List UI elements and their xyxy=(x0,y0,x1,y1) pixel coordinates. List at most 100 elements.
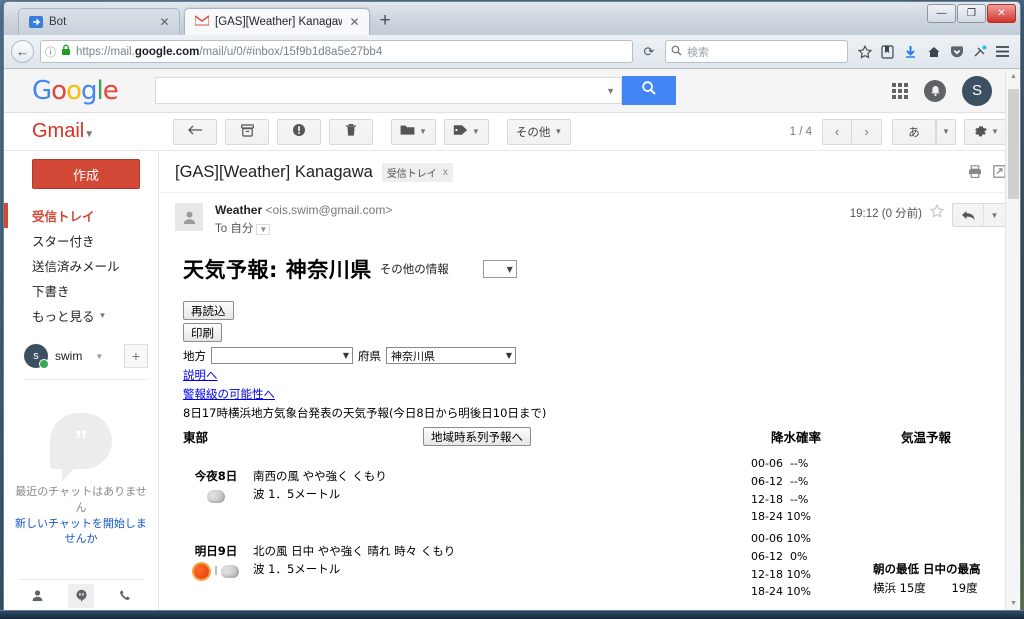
chevron-down-icon[interactable]: ▼ xyxy=(991,127,999,136)
temp-city: 横浜 xyxy=(873,581,896,595)
weather-title-row: 天気予報: 神奈川県 その他の情報 ▼ xyxy=(183,254,1004,284)
forecast-row: 明日9日 | 北の風 日中 やや強く 晴れ 時々 くもり 波 1．5メートル 0… xyxy=(183,532,1004,598)
back-button[interactable]: ← xyxy=(11,40,34,63)
label-chip[interactable]: 受信トレイ x xyxy=(381,163,453,182)
chevron-down-icon[interactable]: ▼ xyxy=(256,224,271,235)
close-icon[interactable]: ✕ xyxy=(158,15,171,29)
hangouts-footer xyxy=(18,579,144,610)
description-link[interactable]: 説明へ xyxy=(183,367,1004,383)
compose-button[interactable]: 作成 xyxy=(32,159,140,189)
browser-tab-bot[interactable]: Bot ✕ xyxy=(18,8,180,35)
star-icon[interactable] xyxy=(854,40,875,64)
notification-bell-icon[interactable] xyxy=(924,79,946,102)
chevron-down-icon[interactable]: ▼ xyxy=(942,127,950,136)
delete-button[interactable] xyxy=(329,118,373,145)
reload-button[interactable]: 再読込 xyxy=(183,301,234,320)
browser-search-box[interactable]: 検索 xyxy=(665,40,848,63)
phone-icon[interactable] xyxy=(112,584,138,608)
chevron-down-icon[interactable]: ▼ xyxy=(507,265,513,274)
menu-icon[interactable] xyxy=(992,40,1013,64)
region-select[interactable]: ▼ xyxy=(211,347,353,364)
print-button[interactable]: 印刷 xyxy=(183,323,222,342)
reply-button[interactable]: ▼ xyxy=(952,203,1006,227)
chevron-down-icon[interactable]: ▼ xyxy=(606,86,615,96)
move-to-button[interactable]: ▼ xyxy=(391,118,436,145)
new-tab-button[interactable]: + xyxy=(374,11,396,33)
warning-level-link[interactable]: 警報級の可能性へ xyxy=(183,386,1004,402)
input-tools-button[interactable]: あ xyxy=(892,118,936,145)
print-icon[interactable] xyxy=(968,164,982,181)
weather-info-select[interactable]: ▼ xyxy=(482,260,517,278)
gmail-brand[interactable]: Gmail▼ xyxy=(18,120,173,143)
settings-button[interactable]: ▼ xyxy=(964,118,1008,145)
recipient-line[interactable]: To 自分 ▼ xyxy=(215,220,392,236)
add-contact-button[interactable]: + xyxy=(124,344,148,368)
archive-button[interactable] xyxy=(225,118,269,145)
addon-icon[interactable] xyxy=(969,40,990,64)
sidebar-item-more[interactable]: もっと見る ▼ xyxy=(4,303,158,328)
chevron-down-icon[interactable]: ▼ xyxy=(95,352,103,361)
taskbar xyxy=(0,610,1024,619)
sender-name: Weather xyxy=(215,203,263,217)
close-icon[interactable]: x xyxy=(443,167,448,178)
chevron-down-icon[interactable]: ▼ xyxy=(343,351,349,360)
sidebar-item-drafts[interactable]: 下書き xyxy=(4,278,158,303)
chevron-down-icon[interactable]: ▼ xyxy=(506,351,512,360)
report-spam-button[interactable] xyxy=(277,118,321,145)
email-body-weather-report: 天気予報: 神奈川県 その他の情報 ▼ 再読込 印刷 地方 ▼ 府県 神奈川県 … xyxy=(159,236,1020,610)
page-scrollbar[interactable]: ▲ ▼ xyxy=(1005,69,1020,610)
label-chip-text: 受信トレイ xyxy=(386,169,437,180)
previous-page-button[interactable]: ‹ xyxy=(822,118,852,145)
next-page-button[interactable]: › xyxy=(852,118,882,145)
close-button[interactable]: ✕ xyxy=(987,4,1016,23)
hangouts-icon[interactable] xyxy=(68,583,94,608)
star-outline-icon[interactable] xyxy=(929,203,945,221)
sidebar-item-sent[interactable]: 送信済みメール xyxy=(4,253,158,278)
apps-grid-icon[interactable] xyxy=(892,82,908,99)
input-tools-dropdown[interactable]: ▼ xyxy=(936,118,956,145)
more-button[interactable]: その他 ▼ xyxy=(506,118,572,145)
avatar[interactable]: s xyxy=(24,344,49,369)
chevron-down-icon[interactable]: ▼ xyxy=(983,204,1005,226)
labels-button[interactable]: ▼ xyxy=(443,118,489,145)
search-icon xyxy=(671,45,682,59)
contacts-icon[interactable] xyxy=(24,584,50,608)
sender-email: <ois.swim@gmail.com> xyxy=(265,203,393,217)
gmail-search-input[interactable]: ▼ xyxy=(155,77,622,104)
home-icon[interactable] xyxy=(923,40,944,64)
timeseries-button[interactable]: 地域時系列予報へ xyxy=(423,427,531,446)
download-icon[interactable] xyxy=(900,40,921,64)
minimize-button[interactable]: — xyxy=(927,4,956,23)
library-icon[interactable] xyxy=(877,40,898,64)
chevron-down-icon[interactable]: ▼ xyxy=(99,311,107,320)
temperature-sub-headers: 朝の最低 日中の最高 xyxy=(873,561,981,577)
temp-min-header: 朝の最低 xyxy=(873,562,919,576)
avatar[interactable]: S xyxy=(962,75,992,106)
prefecture-select[interactable]: 神奈川県 ▼ xyxy=(386,347,516,364)
start-chat-link[interactable]: 新しいチャットを開始しませんか xyxy=(12,517,150,547)
reload-icon[interactable]: ⟳ xyxy=(639,44,659,60)
exclamation-circle-icon xyxy=(292,123,306,140)
sidebar-item-label: 下書き xyxy=(32,285,70,299)
scroll-down-icon[interactable]: ▼ xyxy=(1006,596,1020,610)
message-reading-pane: [GAS][Weather] Kanagawa 受信トレイ x Weather … xyxy=(159,151,1020,610)
scroll-up-icon[interactable]: ▲ xyxy=(1006,69,1020,84)
chevron-down-icon[interactable]: ▼ xyxy=(419,127,427,136)
desktop-background: Bot ✕ [GAS][Weather] Kanagawa ✕ + — ❐ ✕ … xyxy=(0,0,1024,619)
page-info-icon[interactable]: ⓘ xyxy=(45,44,56,60)
back-to-inbox-button[interactable] xyxy=(173,118,217,145)
scrollbar-thumb[interactable] xyxy=(1008,89,1019,199)
sidebar-item-starred[interactable]: スター付き xyxy=(4,228,158,253)
pocket-icon[interactable] xyxy=(946,40,967,64)
chevron-down-icon[interactable]: ▼ xyxy=(554,127,562,136)
maximize-button[interactable]: ❐ xyxy=(957,4,986,23)
chevron-down-icon[interactable]: ▼ xyxy=(472,127,480,136)
close-icon[interactable]: ✕ xyxy=(348,15,361,29)
area-name: 東部 xyxy=(183,430,209,445)
gmail-search-button[interactable] xyxy=(622,76,676,105)
browser-tab-gmail[interactable]: [GAS][Weather] Kanagawa ✕ xyxy=(184,8,370,35)
url-bar[interactable]: ⓘ https://mail.google.com/mail/u/0/#inbo… xyxy=(40,40,633,63)
chevron-down-icon[interactable]: ▼ xyxy=(84,129,94,140)
sidebar-item-inbox[interactable]: 受信トレイ xyxy=(4,203,158,228)
search-placeholder: 検索 xyxy=(687,46,709,59)
